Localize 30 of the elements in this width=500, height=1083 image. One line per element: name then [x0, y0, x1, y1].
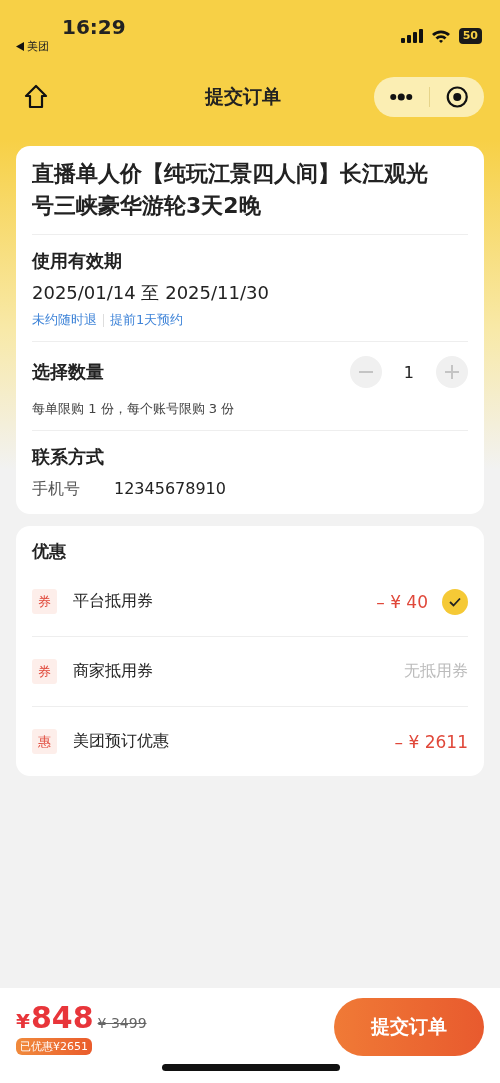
validity-range: 2025/01/14 至 2025/11/30	[32, 281, 270, 305]
discount-name: 平台抵用券	[73, 591, 154, 612]
product-title: 直播单人价【纯玩江景四人间】长江观光号三峡豪华游轮3天2晚	[32, 160, 429, 220]
discount-amount: – ¥ 2611	[394, 731, 468, 752]
quantity-value: 1	[403, 362, 414, 382]
page-title: 提交订单	[203, 84, 282, 109]
back-triangle-icon[interactable]	[16, 42, 24, 51]
discount-title: 优惠	[32, 540, 67, 563]
plus-icon	[445, 365, 459, 379]
discount-name: 商家抵用券	[73, 661, 154, 682]
original-price: ¥ 3499	[97, 1014, 147, 1031]
back-app-label[interactable]: 美团	[27, 39, 49, 54]
contact-label: 联系方式	[32, 445, 105, 469]
savings-badge: 已优惠¥2651	[16, 1037, 92, 1055]
validity-label: 使用有效期	[32, 249, 123, 273]
phone-value: 12345678910	[114, 479, 226, 500]
phone-label: 手机号	[32, 479, 80, 500]
total-price: 848	[30, 999, 94, 1035]
battery-icon: 50	[458, 28, 482, 44]
wifi-icon	[430, 29, 451, 43]
status-time: 16:29	[62, 16, 126, 38]
no-coupon-text: 无抵用券	[404, 661, 468, 682]
currency-symbol: ¥	[16, 1008, 30, 1033]
purchase-limit: 每单限购 1 份，每个账号限购 3 份	[32, 400, 236, 418]
signal-icon	[400, 29, 423, 43]
discount-amount: – ¥ 40	[376, 591, 428, 612]
policy-tag: 提前1天预约	[110, 311, 184, 329]
discount-name: 美团预订优惠	[73, 731, 170, 752]
policy-tag: 未约随时退	[32, 311, 97, 329]
quantity-label: 选择数量	[32, 360, 104, 384]
